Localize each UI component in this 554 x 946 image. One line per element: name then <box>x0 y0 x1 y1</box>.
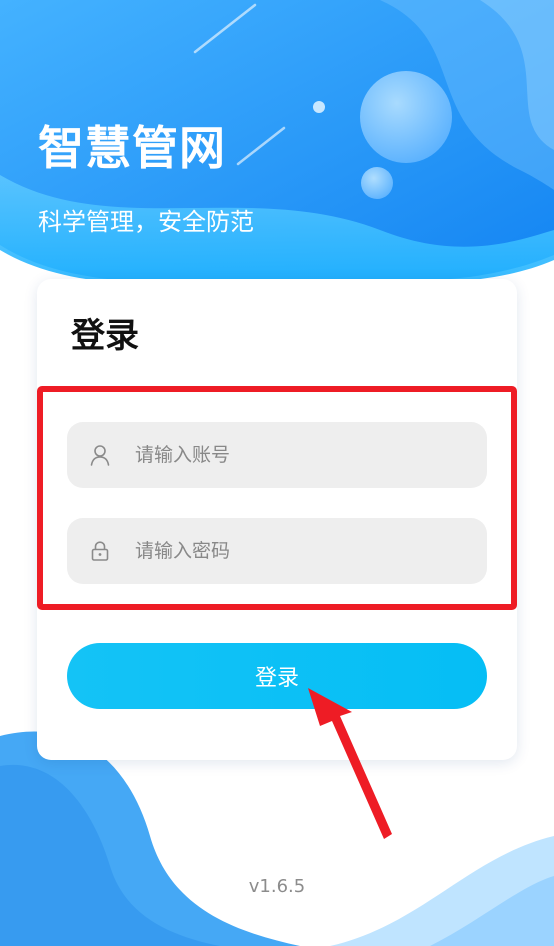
annotation-arrow <box>308 688 392 839</box>
app-title: 智慧管网 <box>38 121 226 175</box>
login-button[interactable]: 登录 <box>67 643 487 709</box>
app-subtitle: 科学管理，安全防范 <box>38 208 254 236</box>
user-icon <box>88 443 112 467</box>
login-title: 登录 <box>71 316 139 356</box>
account-field[interactable] <box>67 422 487 488</box>
login-card: 登录 登录 <box>37 279 517 760</box>
account-input[interactable] <box>133 443 477 467</box>
login-screen: 智慧管网 科学管理，安全防范 登录 请输入账号 登录 v1.6.5 <box>0 0 554 946</box>
password-field[interactable] <box>67 518 487 584</box>
password-input[interactable] <box>133 539 477 563</box>
lock-icon <box>88 539 112 563</box>
version-label: v1.6.5 <box>248 876 306 897</box>
